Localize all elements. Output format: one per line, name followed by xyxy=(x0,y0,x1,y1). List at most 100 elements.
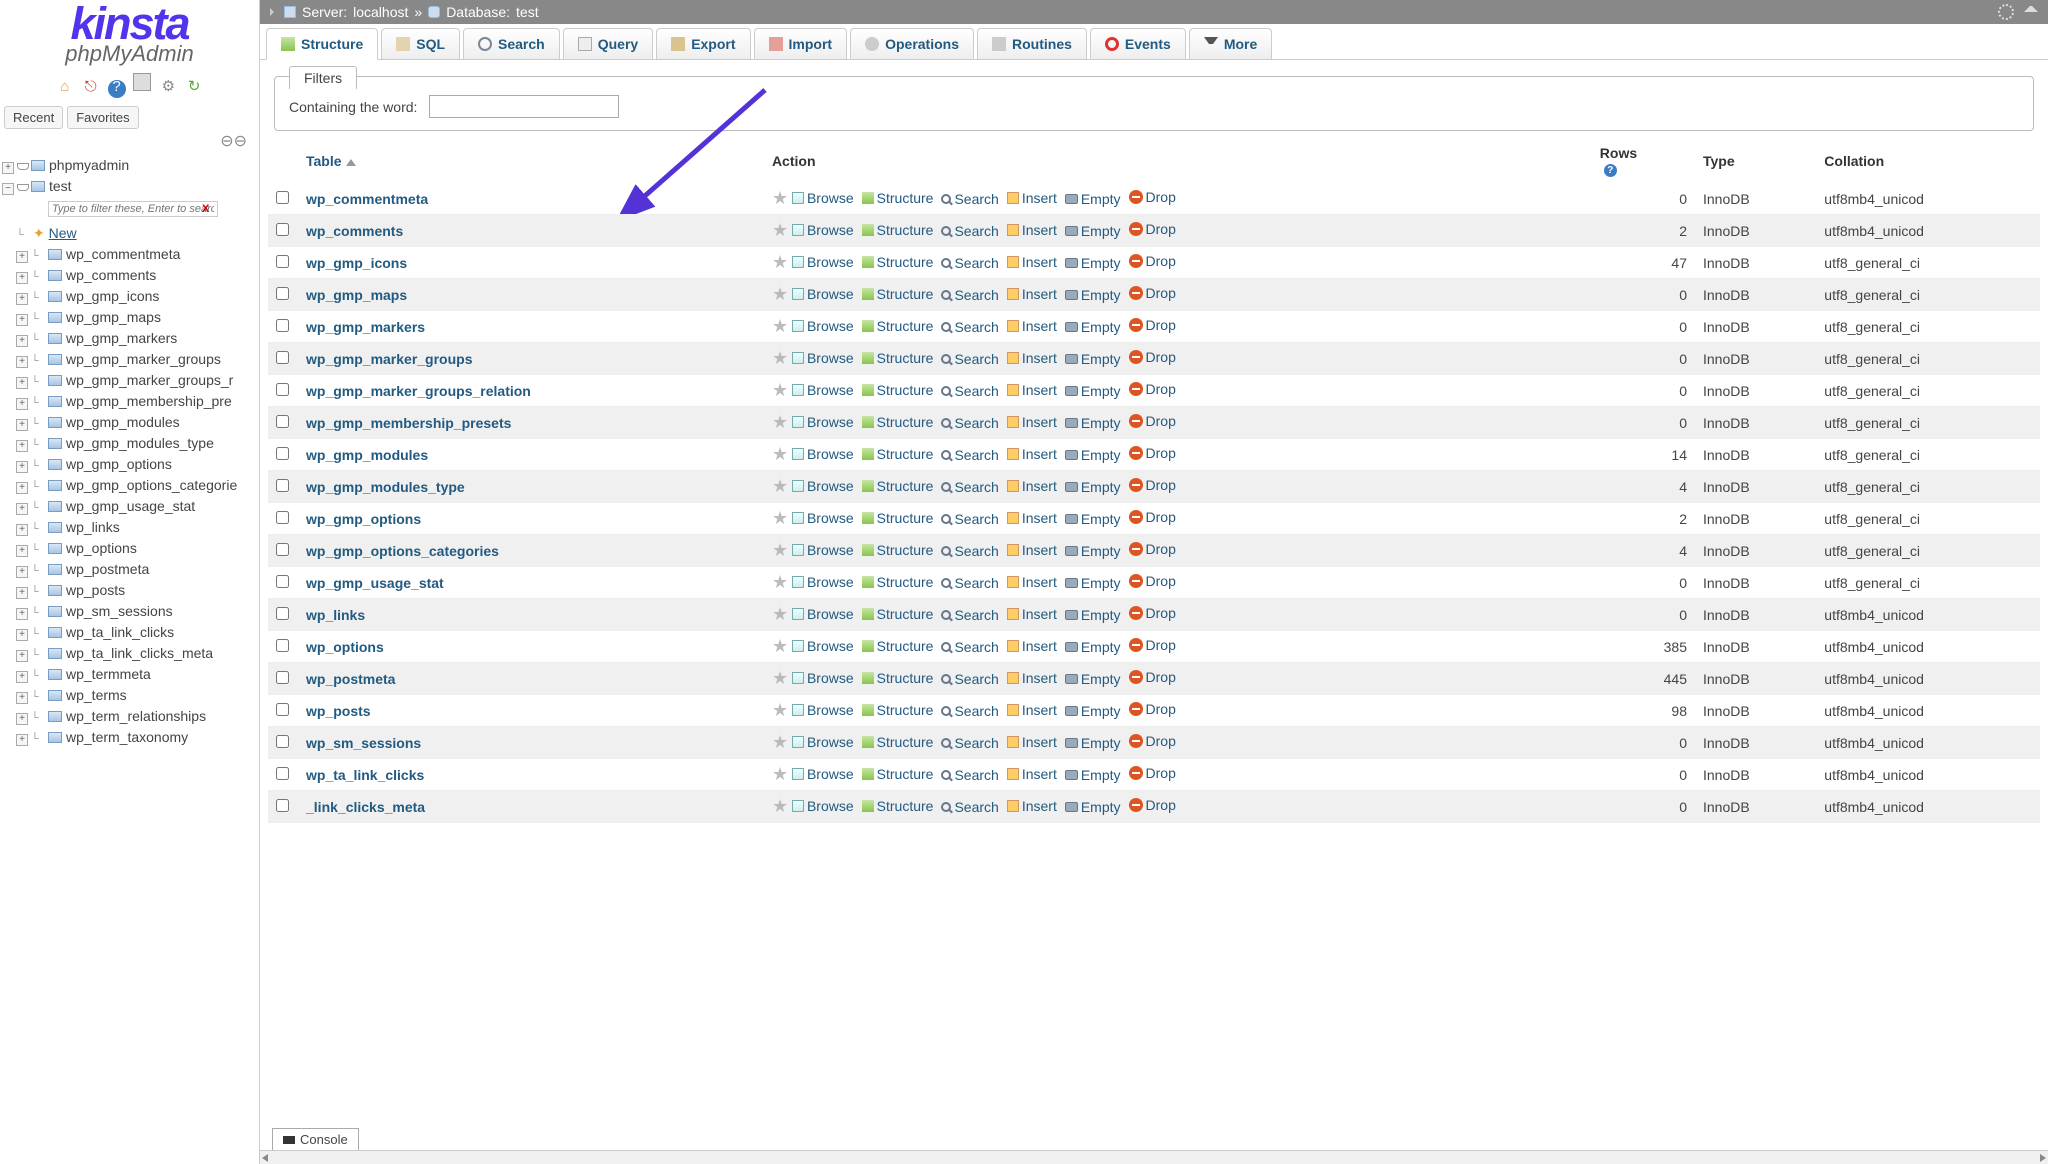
search-link[interactable]: Search xyxy=(941,479,998,495)
drop-link[interactable]: Drop xyxy=(1129,317,1176,333)
insert-link[interactable]: Insert xyxy=(1007,510,1057,526)
expand-icon[interactable]: + xyxy=(16,461,28,473)
table-link[interactable]: wp_gmp_usage_stat xyxy=(306,575,444,591)
drop-link[interactable]: Drop xyxy=(1129,349,1176,365)
insert-link[interactable]: Insert xyxy=(1007,798,1057,814)
table-link[interactable]: wp_postmeta xyxy=(306,671,395,687)
insert-link[interactable]: Insert xyxy=(1007,350,1057,366)
browse-link[interactable]: Browse xyxy=(792,574,854,590)
favorite-icon[interactable]: ★ xyxy=(772,380,788,400)
col-rows[interactable]: Rows xyxy=(1600,145,1637,161)
row-checkbox[interactable] xyxy=(276,287,289,300)
empty-link[interactable]: Empty xyxy=(1065,799,1121,815)
row-checkbox[interactable] xyxy=(276,191,289,204)
page-settings-icon[interactable] xyxy=(1998,4,2014,20)
tab-export[interactable]: Export xyxy=(656,28,750,59)
expand-icon[interactable]: + xyxy=(16,629,28,641)
row-checkbox[interactable] xyxy=(276,479,289,492)
empty-link[interactable]: Empty xyxy=(1065,255,1121,271)
settings-icon[interactable]: ⚙ xyxy=(159,77,177,95)
clear-filter-icon[interactable]: X xyxy=(202,203,209,215)
favorite-icon[interactable]: ★ xyxy=(772,284,788,304)
structure-link[interactable]: Structure xyxy=(862,766,934,782)
expand-icon[interactable]: + xyxy=(16,251,28,263)
favorite-icon[interactable]: ★ xyxy=(772,668,788,688)
table-link[interactable]: wp_gmp_marker_groups xyxy=(306,351,473,367)
table-link[interactable]: wp_gmp_icons xyxy=(306,255,407,271)
empty-link[interactable]: Empty xyxy=(1065,351,1121,367)
search-link[interactable]: Search xyxy=(941,383,998,399)
row-checkbox[interactable] xyxy=(276,639,289,652)
row-checkbox[interactable] xyxy=(276,703,289,716)
row-checkbox[interactable] xyxy=(276,351,289,364)
structure-link[interactable]: Structure xyxy=(862,798,934,814)
browse-link[interactable]: Browse xyxy=(792,798,854,814)
insert-link[interactable]: Insert xyxy=(1007,670,1057,686)
structure-link[interactable]: Structure xyxy=(862,670,934,686)
row-checkbox[interactable] xyxy=(276,511,289,524)
structure-link[interactable]: Structure xyxy=(862,574,934,590)
docs-icon[interactable] xyxy=(133,73,151,91)
row-checkbox[interactable] xyxy=(276,223,289,236)
favorite-icon[interactable]: ★ xyxy=(772,732,788,752)
empty-link[interactable]: Empty xyxy=(1065,287,1121,303)
structure-link[interactable]: Structure xyxy=(862,286,934,302)
drop-link[interactable]: Drop xyxy=(1129,477,1176,493)
drop-link[interactable]: Drop xyxy=(1129,381,1176,397)
expand-icon[interactable]: + xyxy=(16,545,28,557)
search-link[interactable]: Search xyxy=(941,767,998,783)
browse-link[interactable]: Browse xyxy=(792,286,854,302)
tab-sql[interactable]: SQL xyxy=(381,28,460,59)
empty-link[interactable]: Empty xyxy=(1065,479,1121,495)
drop-link[interactable]: Drop xyxy=(1129,637,1176,653)
expand-icon[interactable]: + xyxy=(16,524,28,536)
table-link[interactable]: wp_sm_sessions xyxy=(306,735,421,751)
tree-db[interactable]: phpmyadmin xyxy=(49,157,129,173)
home-icon[interactable]: ⌂ xyxy=(56,78,74,96)
expand-icon[interactable]: + xyxy=(16,734,28,746)
row-checkbox[interactable] xyxy=(276,575,289,588)
drop-link[interactable]: Drop xyxy=(1129,413,1176,429)
expand-icon[interactable]: + xyxy=(16,482,28,494)
tree-table[interactable]: wp_gmp_marker_groups_r xyxy=(66,372,233,388)
tree-table[interactable]: wp_gmp_markers xyxy=(66,330,177,346)
browse-link[interactable]: Browse xyxy=(792,702,854,718)
search-link[interactable]: Search xyxy=(941,287,998,303)
expand-icon[interactable]: + xyxy=(16,293,28,305)
search-link[interactable]: Search xyxy=(941,575,998,591)
sort-asc-icon[interactable] xyxy=(346,159,356,166)
table-link[interactable]: wp_options xyxy=(306,639,384,655)
empty-link[interactable]: Empty xyxy=(1065,511,1121,527)
expand-icon[interactable]: + xyxy=(16,503,28,515)
browse-link[interactable]: Browse xyxy=(792,478,854,494)
tree-table[interactable]: wp_comments xyxy=(66,267,156,283)
favorite-icon[interactable]: ★ xyxy=(772,604,788,624)
structure-link[interactable]: Structure xyxy=(862,254,934,270)
tab-routines[interactable]: Routines xyxy=(977,28,1087,59)
favorite-icon[interactable]: ★ xyxy=(772,764,788,784)
insert-link[interactable]: Insert xyxy=(1007,638,1057,654)
table-link[interactable]: wp_gmp_options_categories xyxy=(306,543,499,559)
row-checkbox[interactable] xyxy=(276,447,289,460)
search-link[interactable]: Search xyxy=(941,191,998,207)
row-checkbox[interactable] xyxy=(276,383,289,396)
insert-link[interactable]: Insert xyxy=(1007,414,1057,430)
empty-link[interactable]: Empty xyxy=(1065,703,1121,719)
table-link[interactable]: wp_posts xyxy=(306,703,371,719)
insert-link[interactable]: Insert xyxy=(1007,734,1057,750)
drop-link[interactable]: Drop xyxy=(1129,701,1176,717)
browse-link[interactable]: Browse xyxy=(792,446,854,462)
table-link[interactable]: wp_ta_link_clicks xyxy=(306,767,424,783)
structure-link[interactable]: Structure xyxy=(862,510,934,526)
tree-table[interactable]: wp_gmp_modules_type xyxy=(66,435,214,451)
favorite-icon[interactable]: ★ xyxy=(772,220,788,240)
search-link[interactable]: Search xyxy=(941,447,998,463)
browse-link[interactable]: Browse xyxy=(792,766,854,782)
server-link[interactable]: localhost xyxy=(353,4,408,20)
browse-link[interactable]: Browse xyxy=(792,670,854,686)
expand-icon[interactable]: + xyxy=(16,272,28,284)
table-link[interactable]: wp_comments xyxy=(306,223,403,239)
horizontal-scrollbar[interactable] xyxy=(260,1150,2048,1164)
expand-icon[interactable]: + xyxy=(16,314,28,326)
tab-events[interactable]: Events xyxy=(1090,28,1186,59)
